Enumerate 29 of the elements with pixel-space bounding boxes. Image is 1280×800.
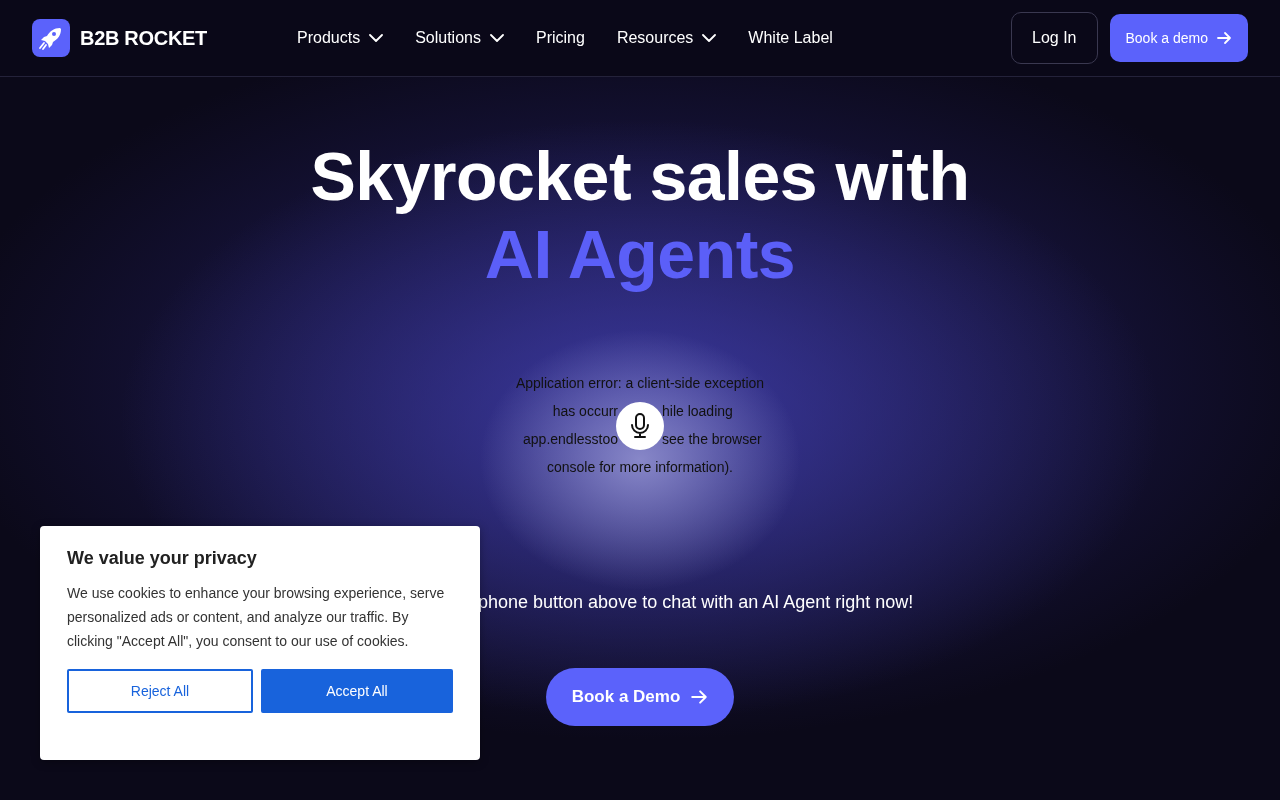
nav-link[interactable]: Pricing — [535, 25, 585, 51]
hero-title: Skyrocket sales with — [309, 137, 971, 215]
error-text: see the browser — [662, 430, 763, 449]
nav-menu[interactable]: Solutions — [415, 25, 504, 51]
accept-button[interactable]: Accept All — [261, 669, 453, 713]
chevron-down-icon — [702, 34, 717, 42]
error-text: hile loading — [662, 402, 734, 421]
book-demo-button[interactable]: Book a demo — [1109, 14, 1248, 62]
arrow-right-icon — [690, 688, 709, 706]
error-text: Application error: a client-side exception — [515, 375, 765, 391]
microphone-button[interactable] — [616, 402, 664, 450]
book-demo-button[interactable]: Book a Demo — [545, 668, 735, 726]
error-text: console for more information). — [547, 459, 733, 475]
rocket-logo-icon — [32, 19, 70, 57]
nav-link[interactable]: White Label — [748, 25, 833, 51]
chevron-down-icon — [489, 34, 504, 42]
logo-text: B2B ROCKET — [80, 26, 207, 50]
error-text: app.endlesstoo — [522, 430, 618, 449]
cookie-title: We value your privacy — [67, 548, 258, 569]
chevron-down-icon — [369, 34, 384, 42]
hero-highlight: AI Agents — [483, 215, 797, 293]
error-text: has occurr — [551, 402, 618, 421]
nav-menu[interactable]: Products — [297, 25, 384, 51]
microphone-icon — [629, 413, 651, 439]
reject-button[interactable]: Reject All — [67, 669, 253, 713]
arrow-right-icon — [1216, 30, 1232, 46]
nav-menu[interactable]: Resources — [616, 25, 717, 51]
cookie-text: We use cookies to enhance your browsing experience, serve personalized ads or content, and analyze our traffic. By clicking "Accept All", you consent to our use of cookies. — [67, 584, 446, 651]
login-button[interactable]: Log In — [1011, 12, 1098, 64]
